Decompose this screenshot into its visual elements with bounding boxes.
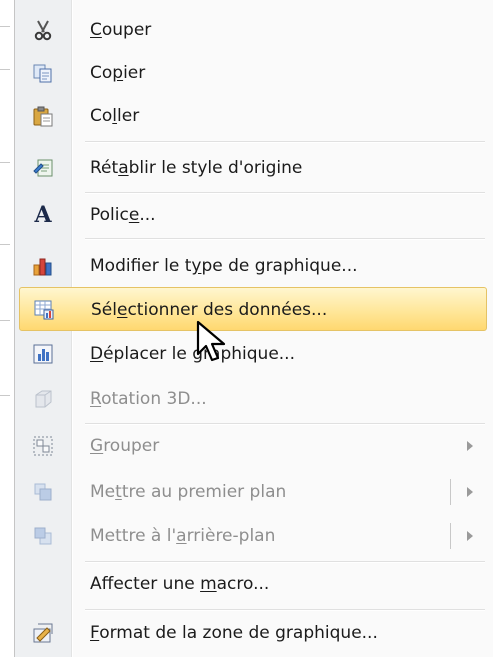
menu-item-deplacer-graphique[interactable]: Déplacer le graphique... [19,332,487,376]
menu-item-couper[interactable]: Couper [19,8,487,52]
format-chart-area-icon [31,621,55,645]
background-window [0,0,14,657]
menu-item-arriere-plan[interactable]: Mettre à l'arrière-plan [19,514,487,558]
menu-item-label: Coller [90,106,140,126]
menu-item-label: Police... [90,205,156,225]
paste-icon [31,104,55,128]
menu-item-label: Format de la zone de graphique... [90,623,378,643]
submenu-arrow-icon[interactable] [467,487,473,497]
menu-item-coller[interactable]: Coller [19,94,487,138]
menu-item-label: Déplacer le graphique... [90,344,295,364]
menu-item-label: Mettre à l'arrière-plan [90,526,276,546]
chart-type-icon [31,254,55,278]
select-data-icon [32,298,56,322]
rotation-3d-icon [31,387,55,411]
menu-item-label: Rétablir le style d'origine [90,158,303,178]
submenu-arrow-icon [467,441,473,451]
menu-item-modifier-type-graphique[interactable]: Modifier le type de graphique... [19,244,487,288]
background-gridline [0,244,10,245]
copy-icon [31,61,55,85]
menu-item-retablir-style[interactable]: Rétablir le style d'origine [19,146,487,190]
menu-item-format-zone-graphique[interactable]: Format de la zone de graphique... [19,611,487,655]
menu-separator [85,609,485,611]
group-icon [31,434,55,458]
scissors-icon [31,18,55,42]
background-gridline [0,395,10,396]
send-back-icon [31,524,55,548]
menu-item-police[interactable]: A Police... [19,193,487,237]
menu-separator [85,141,485,143]
mouse-cursor-icon [196,320,226,362]
menu-item-label: Copier [90,63,146,83]
split-divider [450,523,451,549]
menu-item-label: Modifier le type de graphique... [90,256,358,276]
menu-item-affecter-macro[interactable]: Affecter une macro... [19,562,487,606]
bring-front-icon [31,480,55,504]
background-gridline [0,26,10,27]
font-icon: A [34,202,52,228]
background-gridline [0,69,10,70]
menu-item-copier[interactable]: Copier [19,51,487,95]
submenu-arrow-icon[interactable] [467,531,473,541]
menu-item-premier-plan[interactable]: Mettre au premier plan [19,470,487,514]
menu-separator [85,238,485,240]
menu-item-selectionner-donnees[interactable]: Sélectionner des données... [19,287,487,331]
background-gridline [0,320,10,321]
menu-item-rotation-3d[interactable]: Rotation 3D... [19,377,487,421]
move-chart-icon [31,342,55,366]
menu-item-label: Mettre au premier plan [90,482,287,502]
background-gridline [0,162,10,163]
context-menu: Couper Copier Coller Rétablir le style d… [14,0,493,657]
split-divider [450,479,451,505]
menu-item-label: Affecter une macro... [90,574,270,594]
menu-item-grouper[interactable]: Grouper [19,424,487,468]
menu-item-label: Rotation 3D... [90,389,207,409]
reset-style-icon [31,156,55,180]
menu-item-label: Grouper [90,436,160,456]
menu-item-label: Couper [90,20,152,40]
